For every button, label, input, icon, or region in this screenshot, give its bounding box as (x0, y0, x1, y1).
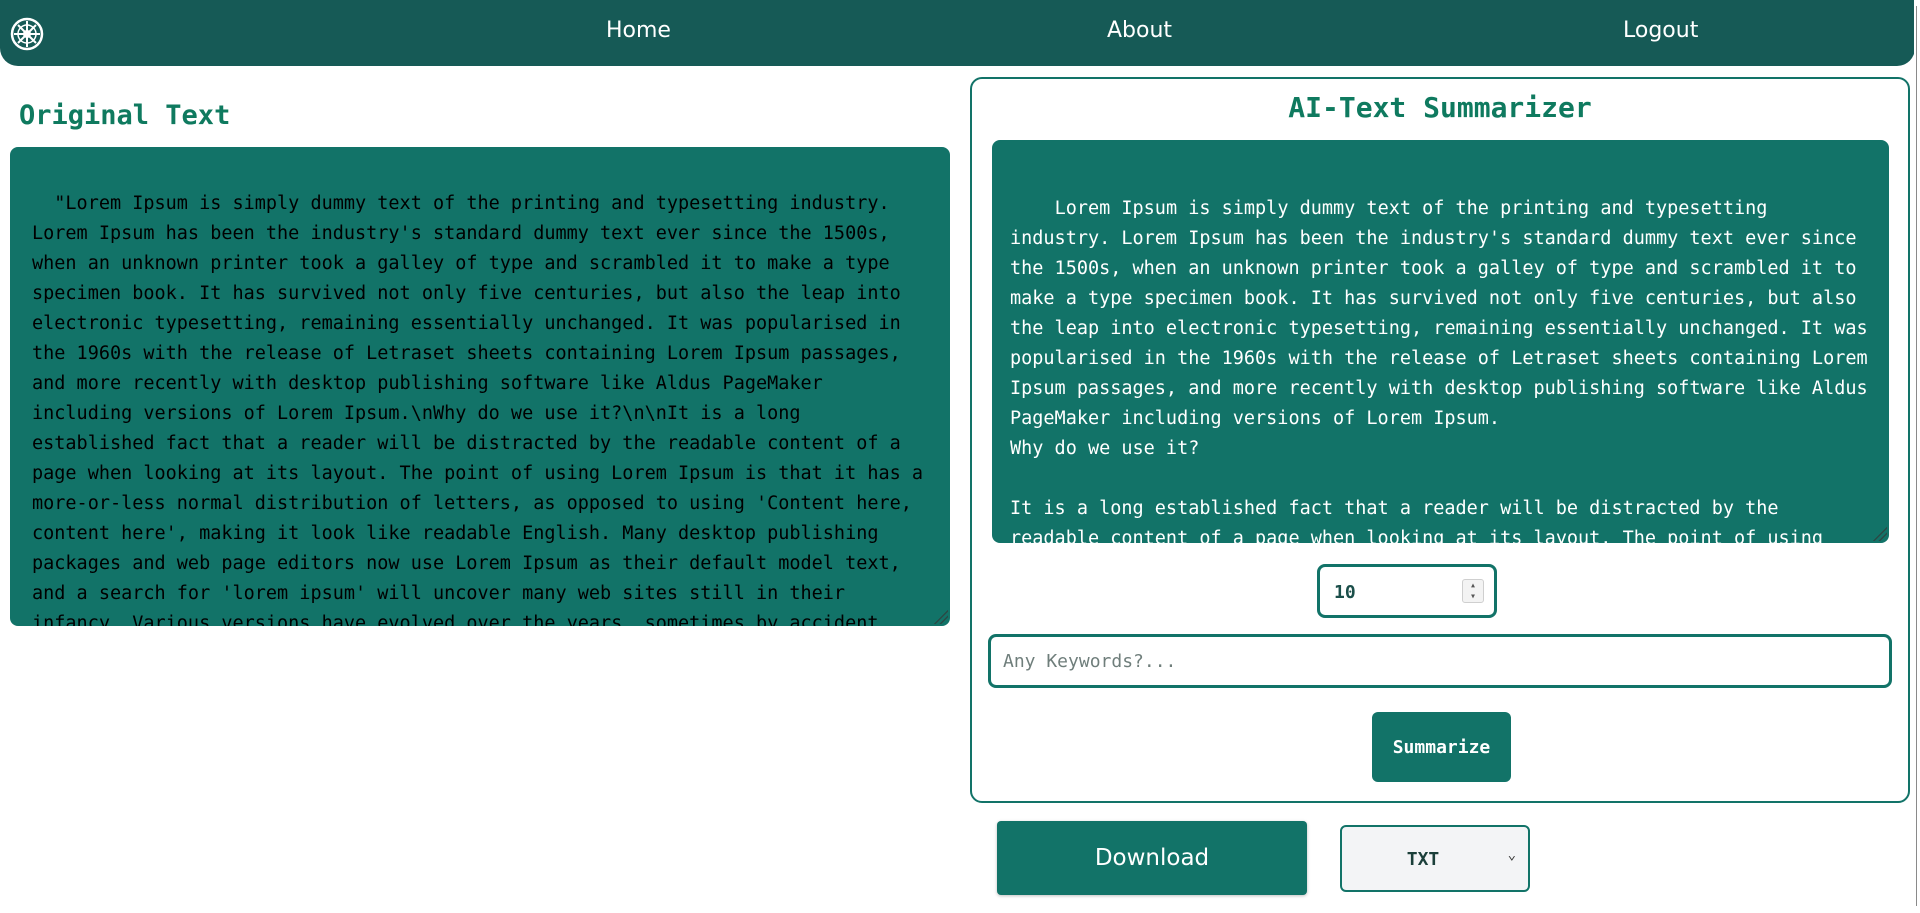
keywords-input[interactable] (988, 634, 1892, 688)
chevron-down-icon: ⌄ (1507, 847, 1516, 863)
format-select[interactable]: TXT ⌄ (1340, 825, 1530, 892)
page-scrollbar-thumb[interactable] (1916, 6, 1920, 906)
original-text-resize-handle[interactable] (932, 608, 948, 624)
nav-logout-link[interactable]: Logout (1623, 18, 1698, 43)
original-text-content: "Lorem Ipsum is simply dummy text of the… (32, 193, 924, 626)
sentence-count-value: 10 (1334, 582, 1356, 603)
page-scrollbar[interactable] (1914, 0, 1920, 913)
summary-output-area[interactable]: Lorem Ipsum is simply dummy text of the … (992, 140, 1889, 543)
original-text-area[interactable]: "Lorem Ipsum is simply dummy text of the… (10, 147, 950, 626)
sentence-count-stepper[interactable]: 10 ▴ ▾ (1317, 564, 1497, 618)
stepper-arrows-icon[interactable]: ▴ ▾ (1462, 579, 1484, 603)
original-text-heading: Original Text (19, 100, 231, 131)
format-select-value: TXT (1406, 849, 1440, 870)
summary-resize-handle[interactable] (1871, 525, 1887, 541)
nav-about-link[interactable]: About (1107, 18, 1172, 43)
wheel-logo-icon[interactable] (10, 17, 44, 51)
download-button[interactable]: Download (997, 821, 1307, 895)
summary-output-content: Lorem Ipsum is simply dummy text of the … (1010, 198, 1868, 543)
nav-home-link[interactable]: Home (606, 18, 671, 43)
summarizer-title: AI-Text Summarizer (1288, 91, 1592, 124)
top-navbar: Home About Logout (0, 0, 1915, 66)
summarizer-panel: AI-Text Summarizer Lorem Ipsum is simply… (970, 77, 1910, 803)
summarize-button[interactable]: Summarize (1372, 712, 1511, 782)
